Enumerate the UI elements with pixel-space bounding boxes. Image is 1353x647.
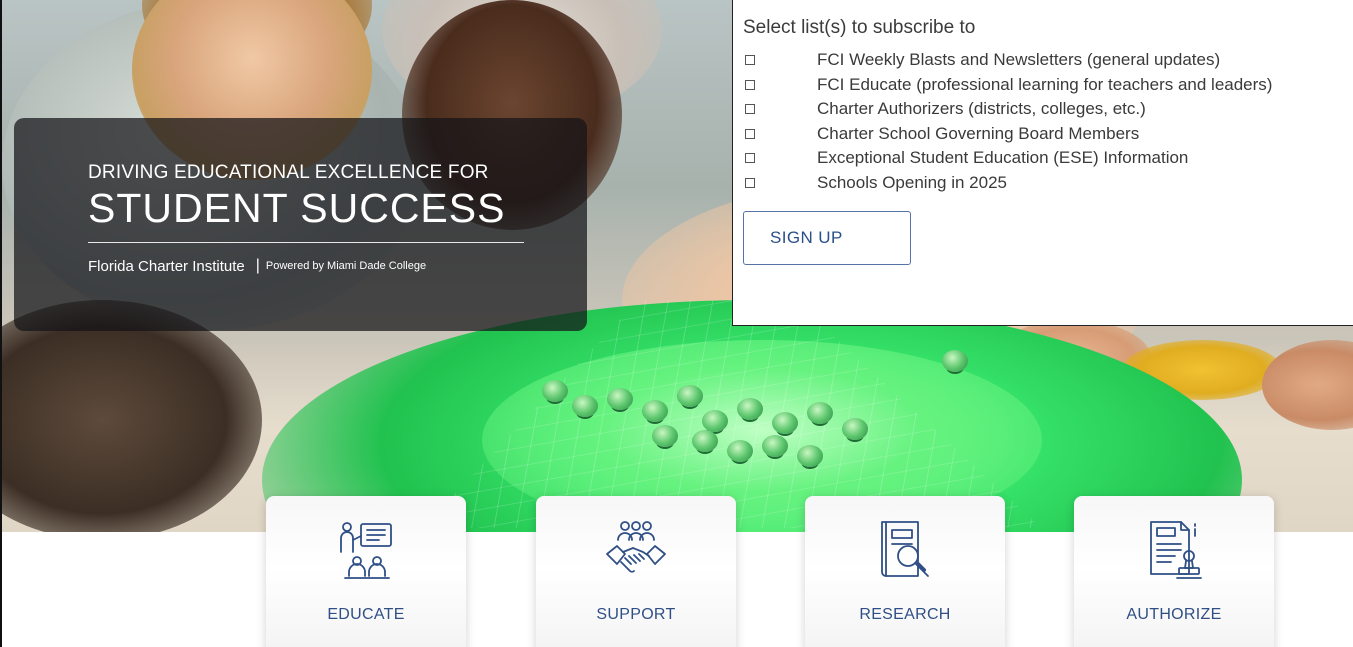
educate-checkbox[interactable]	[745, 79, 755, 90]
subscribe-title: Select list(s) to subscribe to	[743, 17, 976, 38]
list-item[interactable]: Exceptional Student Education (ESE) Info…	[743, 146, 1353, 171]
authorize-label: AUTHORIZE	[1126, 606, 1222, 623]
powered-by: Powered by Miami Dade College	[265, 260, 427, 272]
page: DRIVING EDUCATIONAL EXCELLENCE FOR STUDE…	[0, 0, 1353, 647]
book-magnifier-icon	[881, 521, 929, 577]
hero-overlay-card: DRIVING EDUCATIONAL EXCELLENCE FOR STUDE…	[14, 118, 587, 331]
hero-headline: STUDENT SUCCESS	[88, 185, 506, 231]
list-item-label: Exceptional Student Education (ESE) Info…	[817, 148, 1189, 168]
list-item[interactable]: FCI Weekly Blasts and Newsletters (gener…	[743, 48, 1353, 73]
schools-opening-checkbox[interactable]	[745, 177, 755, 188]
hero-byline: Florida Charter Institute | Powered by M…	[88, 257, 587, 275]
hero-divider	[88, 242, 524, 243]
research-label: RESEARCH	[859, 606, 951, 623]
authorizers-checkbox[interactable]	[745, 104, 755, 115]
board-members-checkbox[interactable]	[745, 128, 755, 139]
handshake-group-icon	[606, 521, 666, 573]
org-name: Florida Charter Institute	[88, 257, 245, 275]
list-item[interactable]: FCI Educate (professional learning for t…	[743, 73, 1353, 98]
byline-separator: |	[255, 257, 260, 274]
hero-kicker: DRIVING EDUCATIONAL EXCELLENCE FOR	[88, 162, 489, 183]
list-item-label: Schools Opening in 2025	[817, 172, 1007, 192]
list-item-label: FCI Educate (professional learning for t…	[817, 74, 1273, 94]
list-item[interactable]: Charter School Governing Board Members	[743, 122, 1353, 147]
list-item[interactable]: Schools Opening in 2025	[743, 171, 1353, 196]
newsletter-checkbox[interactable]	[745, 55, 755, 66]
subscribe-list: FCI Weekly Blasts and Newsletters (gener…	[743, 48, 1353, 195]
list-item-label: FCI Weekly Blasts and Newsletters (gener…	[817, 50, 1221, 70]
support-card[interactable]: SUPPORT	[536, 496, 736, 647]
educate-label: EDUCATE	[327, 606, 405, 623]
list-item-label: Charter Authorizers (districts, colleges…	[817, 99, 1146, 119]
document-stamp-icon	[1150, 521, 1202, 579]
list-item-label: Charter School Governing Board Members	[817, 123, 1140, 143]
authorize-card[interactable]: AUTHORIZE	[1074, 496, 1274, 647]
educate-card[interactable]: EDUCATE	[266, 496, 466, 647]
ese-checkbox[interactable]	[745, 153, 755, 164]
sign-up-button[interactable]: SIGN UP	[743, 211, 911, 265]
research-card[interactable]: RESEARCH	[805, 496, 1005, 647]
teacher-presentation-icon	[340, 522, 392, 579]
support-label: SUPPORT	[596, 606, 676, 623]
subscribe-panel: Select list(s) to subscribe to FCI Weekl…	[732, 0, 1353, 326]
list-item[interactable]: Charter Authorizers (districts, colleges…	[743, 97, 1353, 122]
